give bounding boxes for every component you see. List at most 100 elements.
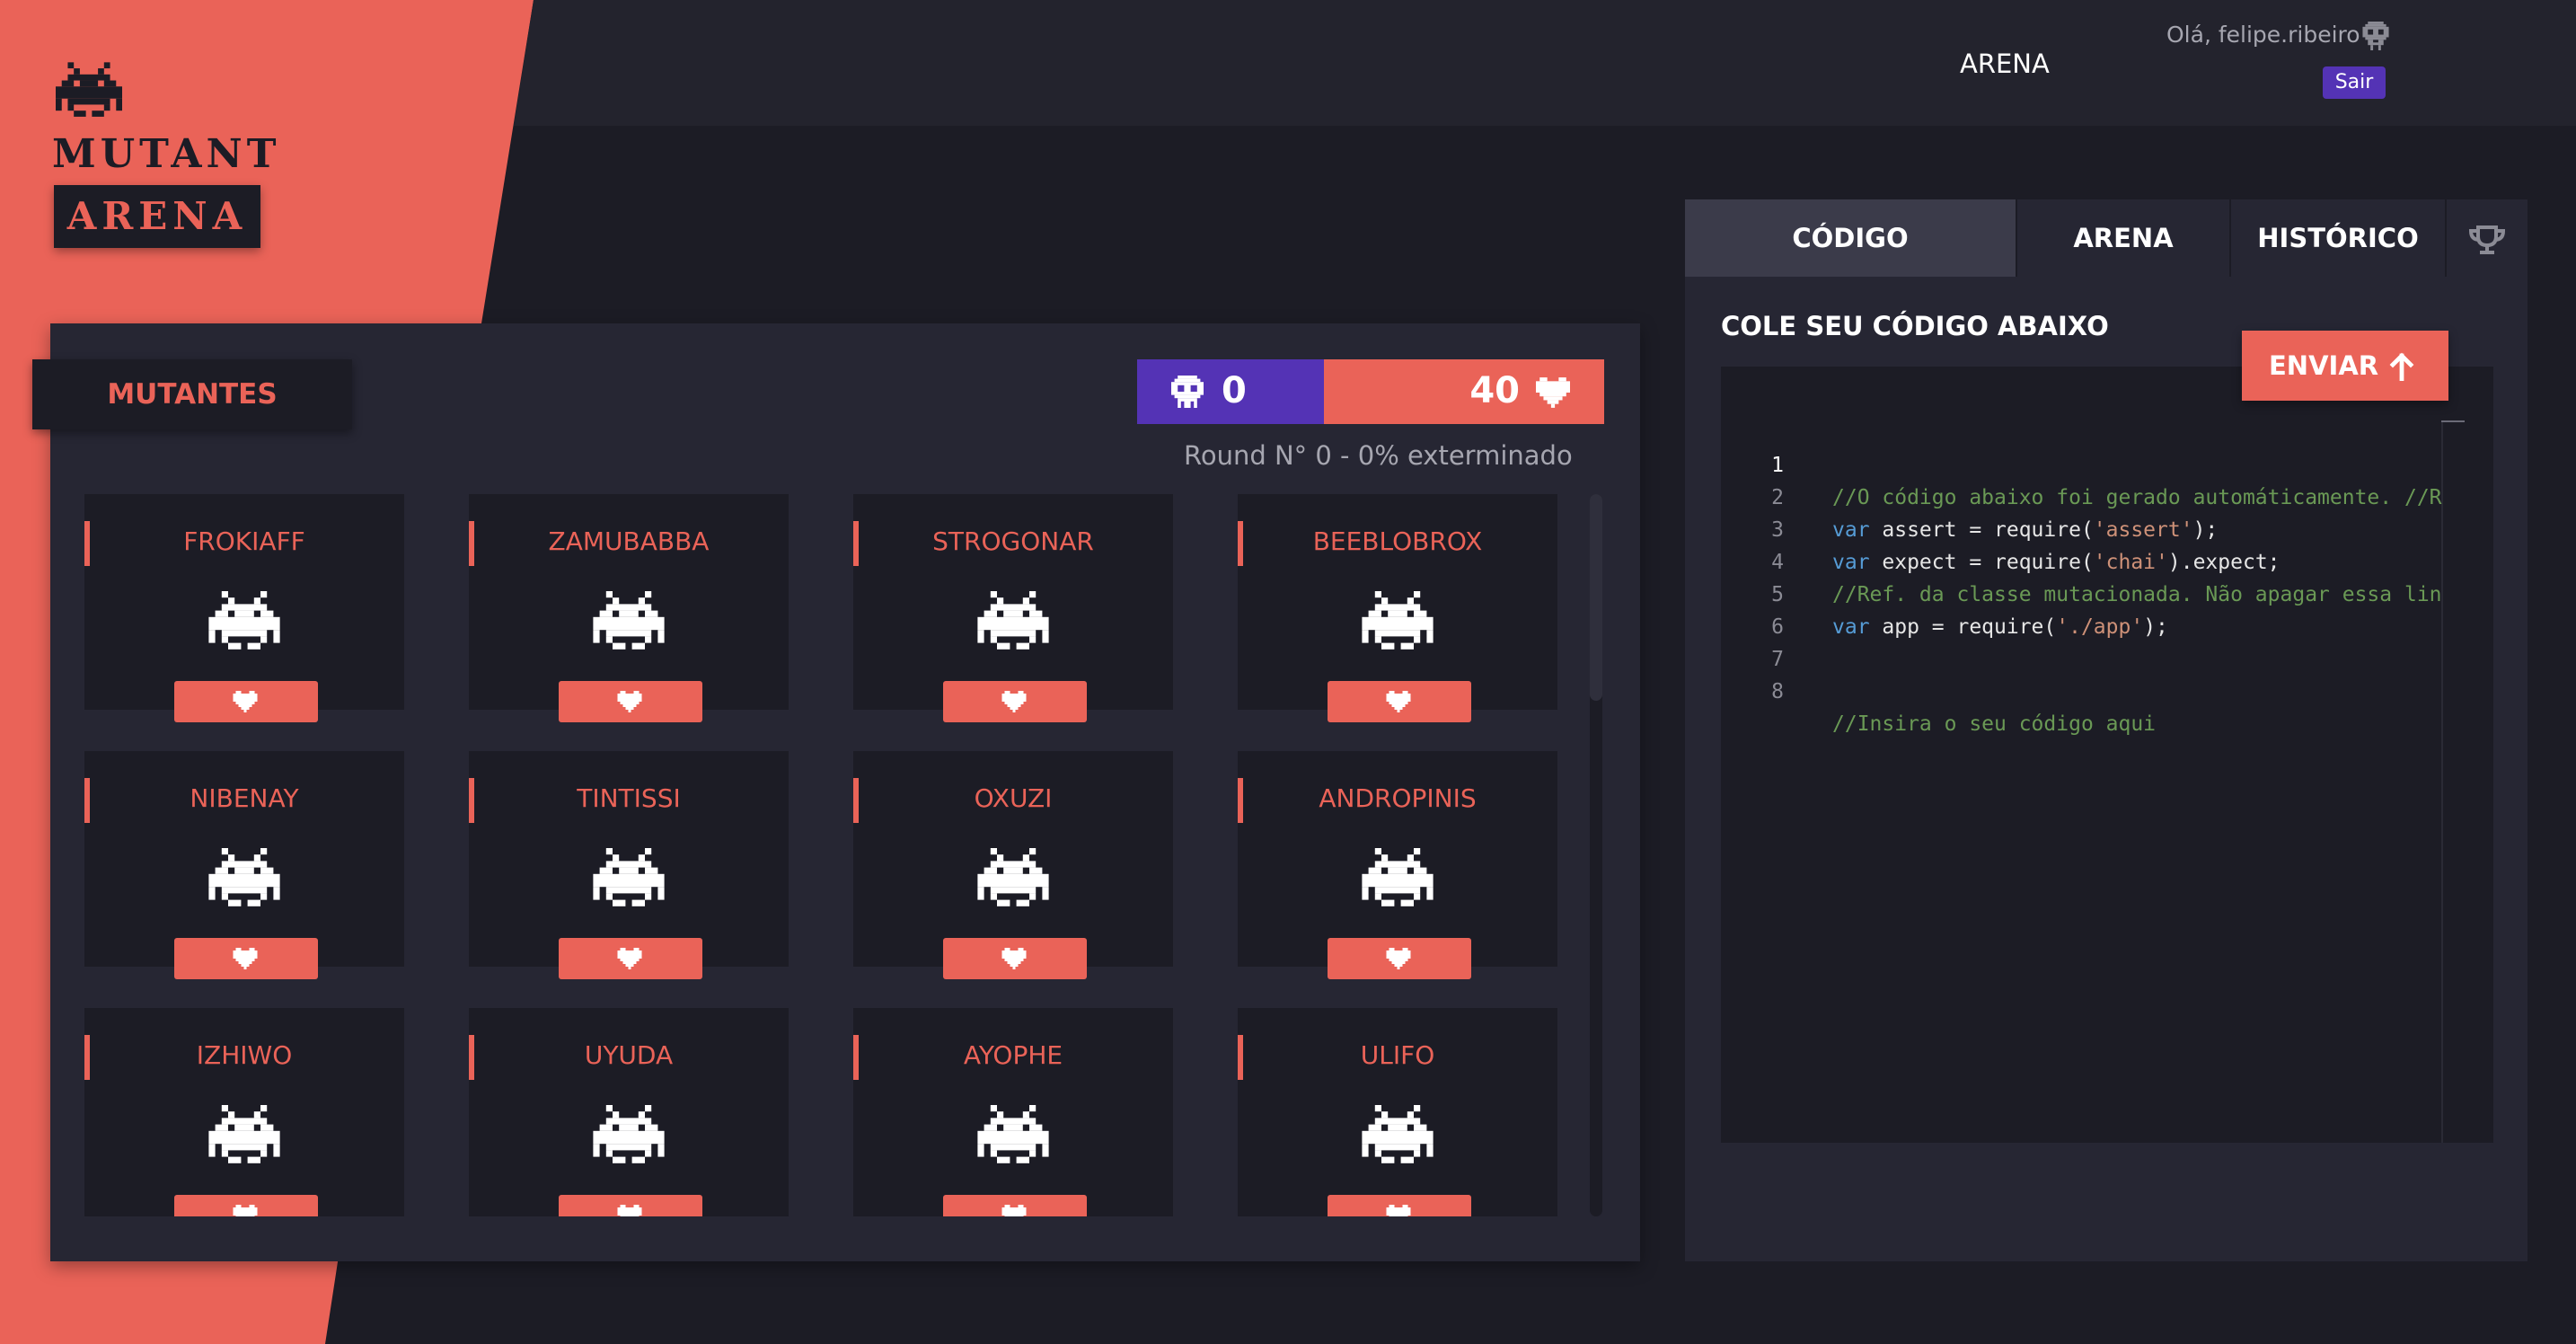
invader-icon [977, 848, 1049, 906]
tab-code[interactable]: CÓDIGO [1685, 199, 2016, 277]
mutant-name: AYOPHE [963, 1040, 1063, 1070]
mutant-name: ANDROPINIS [1319, 783, 1477, 813]
round-status: Round N° 0 - 0% exterminado [1184, 440, 1573, 471]
tab-separator [2229, 199, 2231, 277]
logo-arena-text: ARENA [66, 194, 248, 238]
life-counter: 40 [1324, 359, 1604, 424]
mutant-life-button[interactable] [943, 938, 1087, 979]
invader-icon [977, 591, 1049, 650]
mutant-life-button[interactable] [1328, 1195, 1471, 1216]
code-text: //Insira o seu código aqui [1832, 712, 2157, 736]
mutant-life-button[interactable] [174, 681, 318, 722]
mutant-card[interactable]: ULIFO [1238, 1008, 1557, 1216]
mutant-card[interactable]: UYUDA [469, 1008, 789, 1216]
mutant-card[interactable]: FROKIAFF [84, 494, 404, 722]
grid-scrollbar-thumb[interactable] [1590, 494, 1602, 701]
heart-icon [1386, 948, 1411, 969]
invader-icon [208, 848, 280, 906]
kill-count: 0 [1222, 370, 1247, 411]
code-text: var expect = require('chai').expect; [1832, 551, 2280, 574]
invader-icon [1362, 1105, 1434, 1163]
code-text: //Ref. da classe mutacionada. Não apagar… [1832, 583, 2442, 606]
mutant-name: IZHIWO [196, 1040, 293, 1070]
skull-icon [2362, 22, 2389, 50]
line-number: 8 [1771, 680, 1784, 703]
code-text: //O código abaixo foi gerado automáticam… [1832, 486, 2442, 509]
mutant-life-button[interactable] [559, 1195, 702, 1216]
mutant-card[interactable]: AYOPHE [853, 1008, 1173, 1216]
mutant-name: FROKIAFF [183, 526, 305, 556]
code-line: 8 //Insira o seu código aqui [1721, 643, 2156, 736]
heart-icon [233, 948, 258, 969]
code-line: 7 [1721, 611, 1784, 671]
code-line: 5 var app = require('./app'); [1721, 546, 2168, 639]
code-line: 4 //Ref. da classe mutacionada. Não apag… [1721, 514, 2441, 606]
code-line: 3 var expect = require('chai').expect; [1721, 482, 2280, 574]
mutant-life-button[interactable] [174, 938, 318, 979]
heart-icon [233, 691, 258, 712]
invader-icon [1362, 591, 1434, 650]
mutant-card[interactable]: ZAMUBABBA [469, 494, 789, 722]
invader-icon [1362, 848, 1434, 906]
mutant-name: NIBENAY [190, 783, 299, 813]
send-button-label: ENVIAR [2269, 350, 2379, 381]
tab-history[interactable]: HISTÓRICO [2231, 199, 2445, 277]
kill-counter: 0 [1137, 359, 1324, 424]
heart-icon [617, 691, 642, 712]
heart-icon [617, 948, 642, 969]
heart-icon [617, 1205, 642, 1216]
mutant-life-button[interactable] [1328, 681, 1471, 722]
logout-button[interactable]: Sair [2323, 66, 2386, 99]
mutant-life-button[interactable] [174, 1195, 318, 1216]
mutant-name: ULIFO [1360, 1040, 1435, 1070]
heart-icon [1386, 1205, 1411, 1216]
heart-icon [1001, 1205, 1027, 1216]
invader-icon [977, 1105, 1049, 1163]
send-button[interactable]: ENVIAR [2242, 331, 2448, 401]
code-text: var app = require('./app'); [1832, 615, 2168, 639]
invader-icon [593, 591, 665, 650]
arrow-up-icon [2389, 352, 2414, 381]
mutant-card[interactable]: NIBENAY [84, 751, 404, 979]
invader-icon [208, 1105, 280, 1163]
tab-arena[interactable]: ARENA [2017, 199, 2229, 277]
mutant-card[interactable]: STROGONAR [853, 494, 1173, 722]
tab-separator [2445, 199, 2447, 277]
logo-arena-box: ARENA [54, 185, 260, 248]
mutant-life-button[interactable] [943, 681, 1087, 722]
mutant-name: BEEBLOBROX [1312, 526, 1483, 556]
mutant-name: UYUDA [584, 1040, 674, 1070]
mutant-life-button[interactable] [943, 1195, 1087, 1216]
mutant-life-button[interactable] [1328, 938, 1471, 979]
nav-arena-link[interactable]: ARENA [1960, 49, 2050, 79]
mutant-name: ZAMUBABBA [548, 526, 710, 556]
invader-icon [593, 848, 665, 906]
mutant-card[interactable]: BEEBLOBROX [1238, 494, 1557, 722]
mutant-card[interactable]: ANDROPINIS [1238, 751, 1557, 979]
mutant-card[interactable]: IZHIWO [84, 1008, 404, 1216]
mutant-name: TINTISSI [577, 783, 681, 813]
paste-code-label: COLE SEU CÓDIGO ABAIXO [1721, 311, 2109, 341]
mutant-life-button[interactable] [559, 938, 702, 979]
heart-icon [1001, 691, 1027, 712]
mutant-name: OXUZI [974, 783, 1053, 813]
mutant-card[interactable]: OXUZI [853, 751, 1173, 979]
mutant-card[interactable]: TINTISSI [469, 751, 789, 979]
skull-icon [1171, 376, 1204, 408]
heart-icon [1386, 691, 1411, 712]
code-editor[interactable]: 1 //O código abaixo foi gerado automátic… [1721, 367, 2493, 1143]
code-line: 1 //O código abaixo foi gerado automátic… [1721, 417, 2441, 509]
trophy-icon [2468, 225, 2506, 254]
mutant-life-button[interactable] [559, 681, 702, 722]
user-greeting: Olá, felipe.ribeiro [2166, 22, 2360, 48]
invader-logo-icon [56, 62, 122, 117]
editor-ruler-marker [2441, 420, 2465, 422]
heart-icon [1536, 377, 1570, 408]
mutant-grid: FROKIAFF ZAMUBABBA STROGONAR BEEBLOBROX NIBE… [84, 494, 1566, 1216]
heart-icon [1001, 948, 1027, 969]
mutants-title-box: MUTANTES [32, 359, 352, 429]
code-line: 6 [1721, 579, 1784, 639]
invader-icon [593, 1105, 665, 1163]
code-line: 2 var assert = require('assert'); [1721, 449, 2218, 542]
tab-trophy[interactable] [2447, 199, 2527, 277]
